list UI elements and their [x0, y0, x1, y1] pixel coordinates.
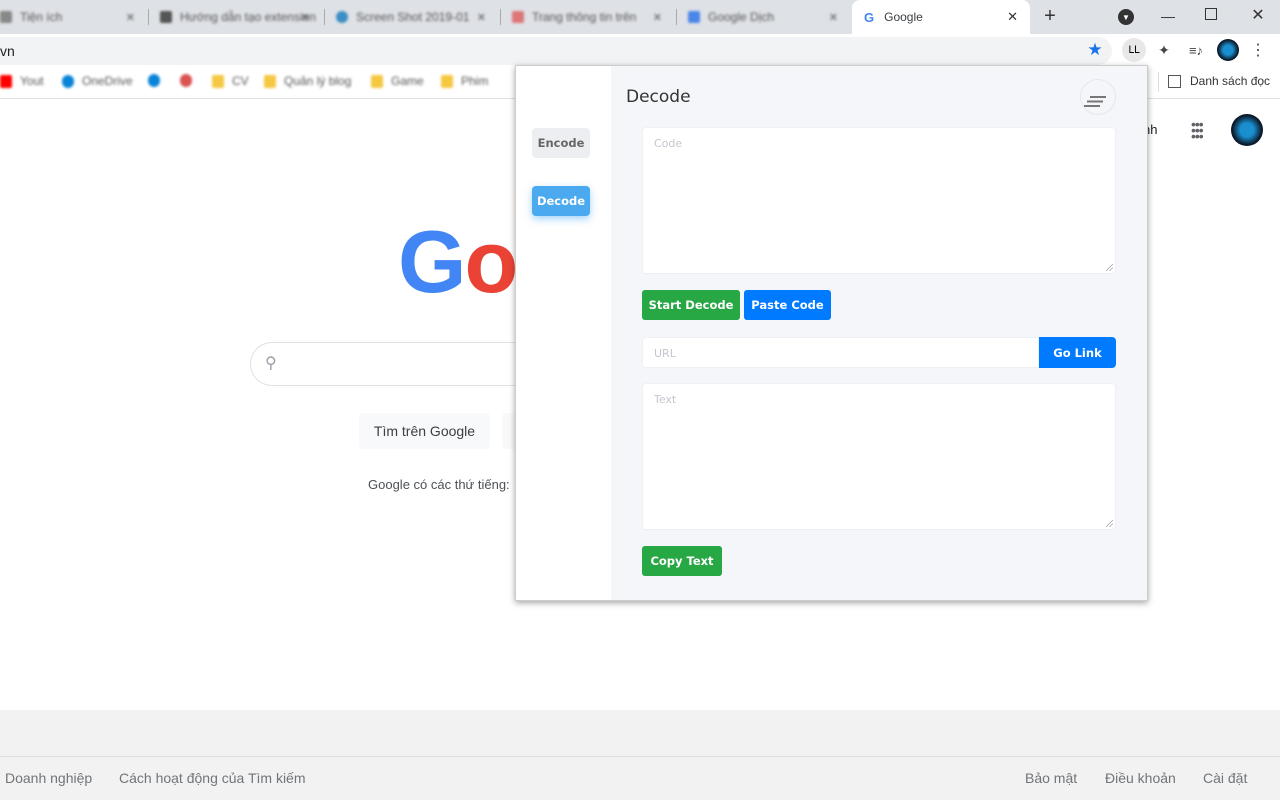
text-textarea[interactable]: Text: [642, 383, 1116, 530]
decoder-popup: Encode Decode Decode Code Start Decode P…: [515, 65, 1148, 601]
bookmark-label: Game: [391, 74, 424, 88]
footer: [0, 710, 1280, 800]
footer-link-privacy[interactable]: Bảo mật: [1025, 770, 1077, 786]
bookmark-star-icon[interactable]: ★: [1086, 40, 1104, 59]
tab-favicon: [0, 11, 12, 23]
bookmark-label: Yout: [20, 74, 44, 88]
bookmark-folder[interactable]: Quản lý blog: [264, 74, 351, 88]
restore-icon[interactable]: [1205, 8, 1217, 20]
close-window-icon[interactable]: ✕: [1249, 5, 1267, 25]
popup-main: Decode Code Start Decode Paste Code URL …: [611, 66, 1147, 600]
url-placeholder: URL: [654, 347, 676, 360]
bookmark-folder[interactable]: Game: [371, 74, 424, 88]
tab-label: Google Dịch: [708, 10, 775, 24]
start-decode-button[interactable]: Start Decode: [642, 290, 740, 320]
footer-link-terms[interactable]: Điều khoản: [1105, 770, 1176, 786]
code-placeholder: Code: [654, 137, 683, 150]
footer-link-business[interactable]: Doanh nghiệp: [5, 770, 92, 786]
search-google-button[interactable]: Tìm trên Google: [359, 413, 490, 449]
extensions-puzzle-icon[interactable]: ✦: [1155, 41, 1173, 59]
close-icon[interactable]: ✕: [301, 11, 310, 24]
address-text: vn: [0, 43, 15, 59]
go-link-button[interactable]: Go Link: [1039, 337, 1116, 368]
paste-code-button[interactable]: Paste Code: [744, 290, 831, 320]
google-favicon: G: [864, 9, 875, 25]
resize-handle[interactable]: [1106, 520, 1113, 527]
search-icon: ⚲: [265, 355, 277, 372]
profile-avatar[interactable]: [1217, 39, 1239, 61]
account-avatar[interactable]: [1231, 114, 1263, 146]
close-icon[interactable]: ✕: [1007, 9, 1018, 25]
bookmark[interactable]: [180, 74, 200, 87]
tab-label: Screen Shot 2019-01: [356, 10, 470, 24]
close-icon[interactable]: ✕: [477, 11, 486, 24]
tab-label: Hướng dẫn tạo extension: [180, 10, 316, 24]
resize-handle[interactable]: [1106, 264, 1113, 271]
reading-list-button[interactable]: Danh sách đọc: [1168, 74, 1270, 88]
apps-grid-icon[interactable]: ••• ••• •••: [1191, 117, 1209, 143]
nav-decode-button[interactable]: Decode: [532, 186, 590, 216]
close-icon[interactable]: ✕: [829, 11, 838, 24]
tab[interactable]: Tiện ích ✕: [0, 0, 145, 34]
menu-button[interactable]: [1080, 79, 1116, 115]
tab-label: Trang thông tin trên: [532, 10, 637, 24]
footer-link-settings[interactable]: Cài đặt: [1203, 770, 1247, 786]
menu-lines-icon: [1090, 96, 1106, 98]
bookmark-folder[interactable]: Phim: [441, 74, 488, 88]
languages-text: Google có các thứ tiếng:: [368, 477, 510, 492]
text-placeholder: Text: [654, 393, 677, 406]
tab-favicon: [512, 11, 524, 23]
bookmark-label: CV: [232, 74, 249, 88]
code-textarea[interactable]: Code: [642, 127, 1116, 274]
tab-label: Tiện ích: [20, 10, 63, 24]
media-control-icon[interactable]: ≡♪: [1186, 41, 1206, 59]
bookmark-label: Phim: [461, 74, 489, 88]
address-bar[interactable]: vn: [0, 37, 1112, 65]
close-icon[interactable]: ✕: [653, 11, 662, 24]
decoder-extension-icon[interactable]: ᒪᒪ: [1122, 38, 1146, 62]
active-tab[interactable]: G Google ✕: [852, 0, 1030, 34]
bookmark[interactable]: [148, 74, 168, 87]
minimize-icon[interactable]: —: [1160, 6, 1176, 26]
reading-list-icon: [1168, 74, 1181, 88]
nav-encode-button[interactable]: Encode: [532, 128, 590, 158]
new-tab-icon[interactable]: +: [1040, 5, 1060, 27]
bookmark-folder[interactable]: CV: [212, 74, 249, 88]
tab[interactable]: Screen Shot 2019-01 ✕: [336, 0, 496, 34]
bookmark[interactable]: OneDrive: [62, 74, 133, 88]
bookmark[interactable]: Yout: [0, 74, 44, 88]
bookmark-label: OneDrive: [82, 74, 133, 88]
tab-label: Google: [884, 10, 923, 24]
url-input[interactable]: URL: [642, 337, 1039, 368]
bookmark-label: Quản lý blog: [284, 74, 352, 88]
tab-favicon: [688, 11, 700, 23]
reading-list-label: Danh sách đọc: [1190, 74, 1271, 88]
page-title: Decode: [626, 87, 691, 107]
copy-text-button[interactable]: Copy Text: [642, 546, 722, 576]
tab[interactable]: Google Dịch ✕: [688, 0, 848, 34]
menu-kebab-icon[interactable]: ⋮: [1250, 41, 1266, 59]
close-icon[interactable]: ✕: [126, 11, 135, 24]
tab-favicon: [336, 11, 348, 23]
footer-link-how-search-works[interactable]: Cách hoạt động của Tìm kiếm: [119, 770, 306, 786]
search-input[interactable]: ⚲: [250, 342, 550, 386]
tab[interactable]: Hướng dẫn tạo extension ✕: [160, 0, 320, 34]
tab-favicon: [160, 11, 172, 23]
tab[interactable]: Trang thông tin trên ✕: [512, 0, 672, 34]
google-logo: Go: [398, 212, 518, 311]
tab-search-icon[interactable]: ▼: [1118, 9, 1134, 25]
